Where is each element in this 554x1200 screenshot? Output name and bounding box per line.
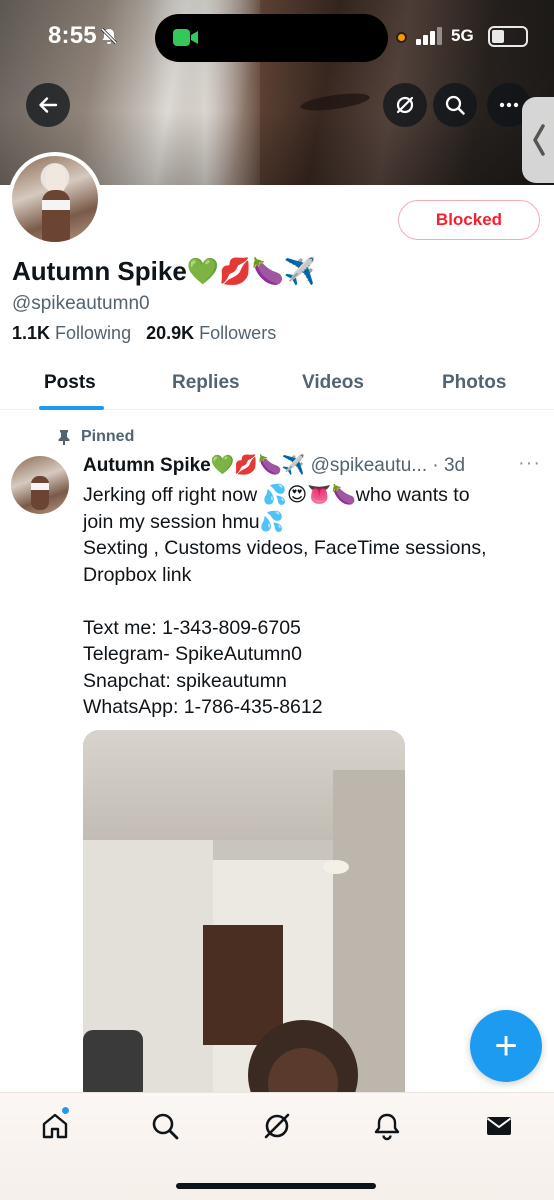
compose-button[interactable]: + — [470, 1010, 542, 1082]
home-indicator[interactable] — [176, 1183, 376, 1189]
chevron-left-icon — [533, 124, 545, 156]
post-text-line: Dropbox link — [83, 563, 192, 586]
post-text-line: Text me: 1-343-809-6705 — [83, 616, 301, 639]
post-text: Jerking off right now 💦😍👅🍆who wants to j… — [83, 482, 523, 721]
search-icon — [445, 95, 465, 115]
post-text-line: Snapchat: spikeautumn — [83, 669, 287, 692]
post-author-avatar[interactable] — [11, 456, 69, 514]
status-bar: 8:55 5G — [0, 0, 554, 74]
post-text-line: Telegram- SpikeAutumn0 — [83, 643, 302, 665]
notifications-bell-icon — [374, 1113, 400, 1141]
followers-count: 20.9K — [146, 323, 195, 343]
battery-icon — [488, 26, 528, 47]
followers-link[interactable]: 20.9K Followers — [146, 323, 276, 343]
following-link[interactable]: 1.1K Following — [12, 323, 131, 343]
post-media-video[interactable] — [83, 730, 405, 1130]
post-more-icon[interactable]: ··· — [518, 452, 541, 475]
nav-notifications[interactable] — [372, 1111, 402, 1141]
nav-home[interactable] — [40, 1111, 70, 1141]
active-tab-indicator — [39, 406, 104, 410]
tab-photos[interactable]: Photos — [442, 372, 506, 394]
nav-search[interactable] — [150, 1111, 180, 1141]
blocked-button[interactable]: Blocked — [398, 200, 540, 240]
nav-messages[interactable] — [484, 1111, 514, 1141]
home-icon — [42, 1113, 68, 1139]
status-time: 8:55 — [48, 22, 97, 49]
signal-bars-icon — [416, 27, 442, 45]
post-text-line: Sexting , Customs videos, FaceTime sessi… — [83, 537, 487, 559]
side-panel-handle[interactable] — [522, 97, 554, 183]
tab-replies[interactable]: Replies — [172, 372, 240, 394]
pinned-indicator: Pinned — [57, 428, 134, 446]
search-icon — [152, 1113, 179, 1140]
pinned-label: Pinned — [81, 428, 135, 445]
dynamic-island[interactable] — [155, 14, 388, 62]
post-handle-time: @spikeautu... · 3d — [305, 455, 466, 476]
profile-tabs: Posts Replies Videos Photos — [0, 360, 554, 410]
search-button[interactable] — [433, 83, 477, 127]
post-author-name[interactable]: Autumn Spike💚💋🍆✈️ — [83, 455, 305, 476]
orange-dot-indicator — [396, 32, 407, 43]
facetime-camera-icon — [173, 29, 198, 46]
home-notification-dot — [61, 1106, 70, 1115]
post-text-line: WhatsApp: 1-786-435-8612 — [83, 696, 323, 718]
post-text-line: join my session hmu💦 — [83, 510, 284, 533]
tab-videos[interactable]: Videos — [302, 372, 364, 394]
grok-icon — [396, 96, 414, 114]
profile-avatar[interactable] — [8, 152, 102, 246]
profile-handle: @spikeautumn0 — [12, 293, 150, 314]
bell-slash-icon — [100, 27, 118, 45]
post-text-line: Jerking off right now 💦😍👅🍆who wants to — [83, 484, 470, 506]
nav-grok[interactable] — [262, 1111, 292, 1141]
following-label: Following — [55, 323, 132, 343]
post-header: Autumn Spike💚💋🍆✈️ @spikeautu... · 3d — [83, 453, 465, 477]
more-horizontal-icon — [499, 102, 519, 108]
tab-posts[interactable]: Posts — [44, 372, 96, 394]
follow-stats: 1.1K Following 20.9K Followers — [12, 323, 276, 344]
post-text-line — [83, 588, 523, 615]
grok-button[interactable] — [383, 83, 427, 127]
grok-icon — [264, 1113, 290, 1139]
back-button[interactable] — [26, 83, 70, 127]
messages-envelope-icon — [486, 1117, 512, 1135]
pin-icon — [58, 430, 70, 445]
network-type: 5G — [451, 26, 474, 45]
profile-display-name: Autumn Spike💚💋🍆✈️ — [12, 256, 317, 286]
followers-label: Followers — [199, 323, 277, 343]
back-arrow-icon — [39, 97, 58, 113]
following-count: 1.1K — [12, 323, 51, 343]
